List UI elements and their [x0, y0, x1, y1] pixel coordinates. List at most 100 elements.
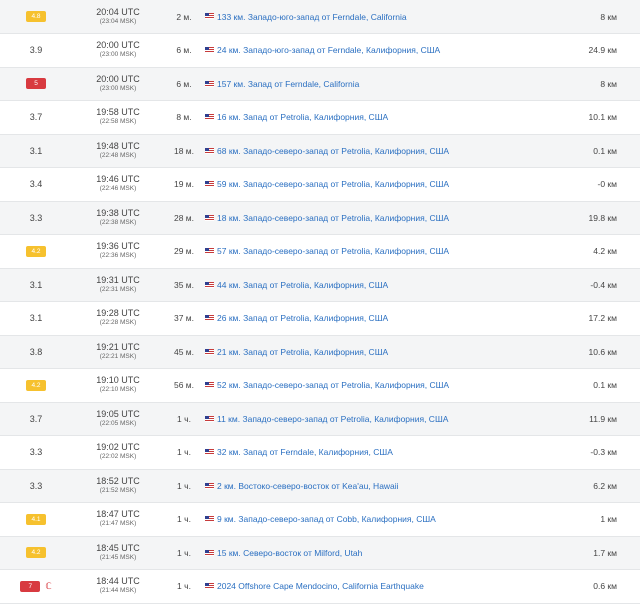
- time-msk: (22:58 MSK): [99, 118, 137, 126]
- location-link[interactable]: 11 км. Западо-северо-запад от Petrolia, …: [217, 414, 448, 424]
- depth-value: 0.6 км: [593, 581, 617, 592]
- time-utc: 20:04 UTC: [96, 6, 140, 17]
- table-row[interactable]: 5 20:00 UTC (23:00 MSK) 6 м. 157 км. Запад о…: [0, 67, 640, 101]
- magnitude-badge: 4.2: [26, 547, 46, 559]
- location-link[interactable]: 2 км. Востоко-северо-восток от Kea'au, H…: [217, 481, 399, 491]
- time-ago: 6 м.: [176, 78, 192, 89]
- time-cell: 19:05 UTC (22:05 MSK): [72, 402, 164, 436]
- time-msk: (22:38 MSK): [99, 218, 137, 226]
- location-cell: 11 км. Западо-северо-запад от Petrolia, …: [204, 402, 561, 436]
- location-link[interactable]: 18 км. Западо-северо-запад от Petrolia, …: [217, 213, 449, 223]
- table-row[interactable]: 4.8 20:04 UTC (23:04 MSK) 2 м. 133 км. Запад…: [0, 0, 640, 34]
- table-row[interactable]: 3.3 18:52 UTC (21:52 MSK) 1 ч. 2 км. Востоко…: [0, 469, 640, 503]
- table-row[interactable]: 3.7 19:58 UTC (22:58 MSK) 8 м. 16 км. Запад …: [0, 100, 640, 135]
- time-cell: 20:00 UTC (23:00 MSK): [72, 67, 164, 101]
- location-link[interactable]: 26 км. Запад от Petrolia, Калифорния, СШ…: [217, 313, 388, 323]
- location-cell: 52 км. Западо-северо-запад от Petrolia, …: [204, 369, 561, 403]
- magnitude-cell: 3.8: [0, 335, 72, 369]
- location-link[interactable]: 9 км. Западо-северо-запад от Cobb, Калиф…: [217, 514, 436, 524]
- time-cell: 19:36 UTC (22:36 MSK): [72, 235, 164, 269]
- time-utc: 18:44 UTC: [96, 576, 140, 587]
- location-link[interactable]: 68 км. Западо-северо-запад от Petrolia, …: [217, 146, 449, 156]
- table-row[interactable]: 3.1 19:28 UTC (22:28 MSK) 37 м. 26 км. Запад…: [0, 301, 640, 336]
- magnitude-value: 3.1: [29, 279, 43, 290]
- table-row[interactable]: 3.4 19:46 UTC (22:46 MSK) 19 м. 59 км. Запад…: [0, 167, 640, 202]
- location-link[interactable]: 44 км. Запад от Petrolia, Калифорния, СШ…: [217, 280, 388, 290]
- location-cell: 2 км. Востоко-северо-восток от Kea'au, H…: [204, 469, 561, 503]
- time-cell: 19:38 UTC (22:38 MSK): [72, 201, 164, 235]
- table-row[interactable]: 4.1 18:47 UTC (21:47 MSK) 1 ч. 9 км. Западо-…: [0, 502, 640, 537]
- location-cell: 9 км. Западо-северо-запад от Cobb, Калиф…: [204, 503, 561, 537]
- magnitude-value: 3.1: [29, 313, 43, 324]
- time-msk: (23:00 MSK): [99, 51, 137, 59]
- location-link[interactable]: 24 км. Западо-юго-запад от Ferndale, Кал…: [217, 45, 440, 55]
- us-flag-icon: [205, 315, 214, 321]
- depth-value: 1.7 км: [593, 547, 617, 558]
- location-cell: 18 км. Западо-северо-запад от Petrolia, …: [204, 201, 561, 235]
- location-link[interactable]: 32 км. Запад от Ferndale, Калифорния, СШ…: [217, 447, 393, 457]
- us-flag-icon: [205, 181, 214, 187]
- table-row[interactable]: 3.9 20:00 UTC (23:00 MSK) 6 м. 24 км. Западо…: [0, 33, 640, 68]
- time-cell: 19:46 UTC (22:46 MSK): [72, 168, 164, 202]
- location-link[interactable]: 52 км. Западо-северо-запад от Petrolia, …: [217, 380, 449, 390]
- us-flag-icon: [205, 80, 214, 87]
- location-link[interactable]: 157 км. Запад от Ferndale, California: [217, 79, 359, 89]
- time-cell: 18:44 UTC (21:44 MSK): [72, 570, 164, 604]
- location-link[interactable]: 2024 Offshore Cape Mendocino, California…: [217, 581, 424, 591]
- time-ago: 8 м.: [176, 112, 192, 123]
- us-flag-icon: [205, 248, 214, 254]
- magnitude-cell: 3.1: [0, 302, 72, 336]
- magnitude-cell: 3.7: [0, 101, 72, 135]
- location-link[interactable]: 16 км. Запад от Petrolia, Калифорния, СШ…: [217, 112, 388, 122]
- magnitude-badge: 4.2: [26, 379, 46, 391]
- time-cell: 19:28 UTC (22:28 MSK): [72, 302, 164, 336]
- table-row[interactable]: 3.8 19:21 UTC (22:21 MSK) 45 м. 21 км. Запад…: [0, 335, 640, 369]
- table-row[interactable]: 4.2 19:36 UTC (22:36 MSK) 29 м. 57 км. Запад…: [0, 234, 640, 269]
- magnitude-cell: 5: [0, 67, 72, 101]
- us-flag-icon: [205, 482, 214, 489]
- magnitude-cell: 3.4: [0, 168, 72, 202]
- table-row[interactable]: 3.3 19:38 UTC (22:38 MSK) 28 м. 18 км. Запад…: [0, 201, 640, 235]
- time-utc: 20:00 UTC: [96, 73, 140, 84]
- table-row[interactable]: 4.2 19:10 UTC (22:10 MSK) 56 м. 52 км. Запад…: [0, 368, 640, 403]
- depth-value: 24.9 км: [588, 45, 617, 56]
- location-link[interactable]: 59 км. Западо-северо-запад от Petrolia, …: [217, 179, 449, 189]
- time-utc: 19:02 UTC: [96, 442, 140, 453]
- time-ago: 1 ч.: [177, 514, 191, 525]
- time-ago: 37 м.: [173, 313, 195, 324]
- earthquake-list: 4.8 20:04 UTC (23:04 MSK) 2 м. 133 км. Запад…: [0, 0, 640, 603]
- us-flag-icon: [205, 348, 214, 355]
- time-msk: (22:46 MSK): [99, 185, 137, 193]
- magnitude-cell: 4.2: [0, 235, 72, 269]
- table-row[interactable]: 7 ℂ 18:44 UTC (21:44 MSK) 1 ч. 2024 Offshore …: [0, 569, 640, 604]
- time-cell: 19:02 UTC (22:02 MSK): [72, 436, 164, 470]
- magnitude-value: 3.8: [29, 346, 43, 357]
- table-row[interactable]: 3.7 19:05 UTC (22:05 MSK) 1 ч. 11 км. Западо…: [0, 402, 640, 436]
- location-link[interactable]: 15 км. Северо-восток от Milford, Utah: [217, 548, 362, 558]
- location-link[interactable]: 133 км. Западо-юго-запад от Ferndale, Ca…: [217, 12, 407, 22]
- location-cell: 32 км. Запад от Ferndale, Калифорния, СШ…: [204, 436, 561, 470]
- location-link[interactable]: 21 км. Запад от Petrolia, Калифорния, СШ…: [217, 347, 388, 357]
- us-flag-icon: [205, 147, 214, 154]
- location-link[interactable]: 57 км. Западо-северо-запад от Petrolia, …: [217, 246, 449, 256]
- magnitude-value: 3.1: [29, 145, 43, 156]
- depth-value: 10.6 км: [588, 346, 617, 357]
- table-row[interactable]: 3.1 19:31 UTC (22:31 MSK) 35 м. 44 км. Запад…: [0, 268, 640, 302]
- us-flag-icon: [205, 281, 214, 288]
- table-row[interactable]: 4.2 18:45 UTC (21:45 MSK) 1 ч. 15 км. Северо…: [0, 536, 640, 570]
- time-cell: 19:10 UTC (22:10 MSK): [72, 369, 164, 403]
- time-msk: (22:31 MSK): [99, 285, 137, 293]
- time-ago: 56 м.: [173, 380, 195, 391]
- time-utc: 19:38 UTC: [96, 207, 140, 218]
- time-cell: 20:00 UTC (23:00 MSK): [72, 34, 164, 68]
- table-row[interactable]: 3.3 19:02 UTC (22:02 MSK) 1 ч. 32 км. Запад …: [0, 435, 640, 470]
- us-flag-icon: [205, 13, 214, 20]
- magnitude-value: 3.7: [29, 413, 43, 424]
- time-utc: 19:36 UTC: [96, 241, 140, 252]
- time-msk: (23:04 MSK): [99, 17, 137, 25]
- table-row[interactable]: 3.1 19:48 UTC (22:48 MSK) 18 м. 68 км. Запад…: [0, 134, 640, 168]
- depth-value: 4.2 км: [593, 246, 617, 257]
- time-ago: 19 м.: [173, 179, 195, 190]
- time-ago: 6 м.: [176, 45, 192, 56]
- time-msk: (22:10 MSK): [99, 386, 137, 394]
